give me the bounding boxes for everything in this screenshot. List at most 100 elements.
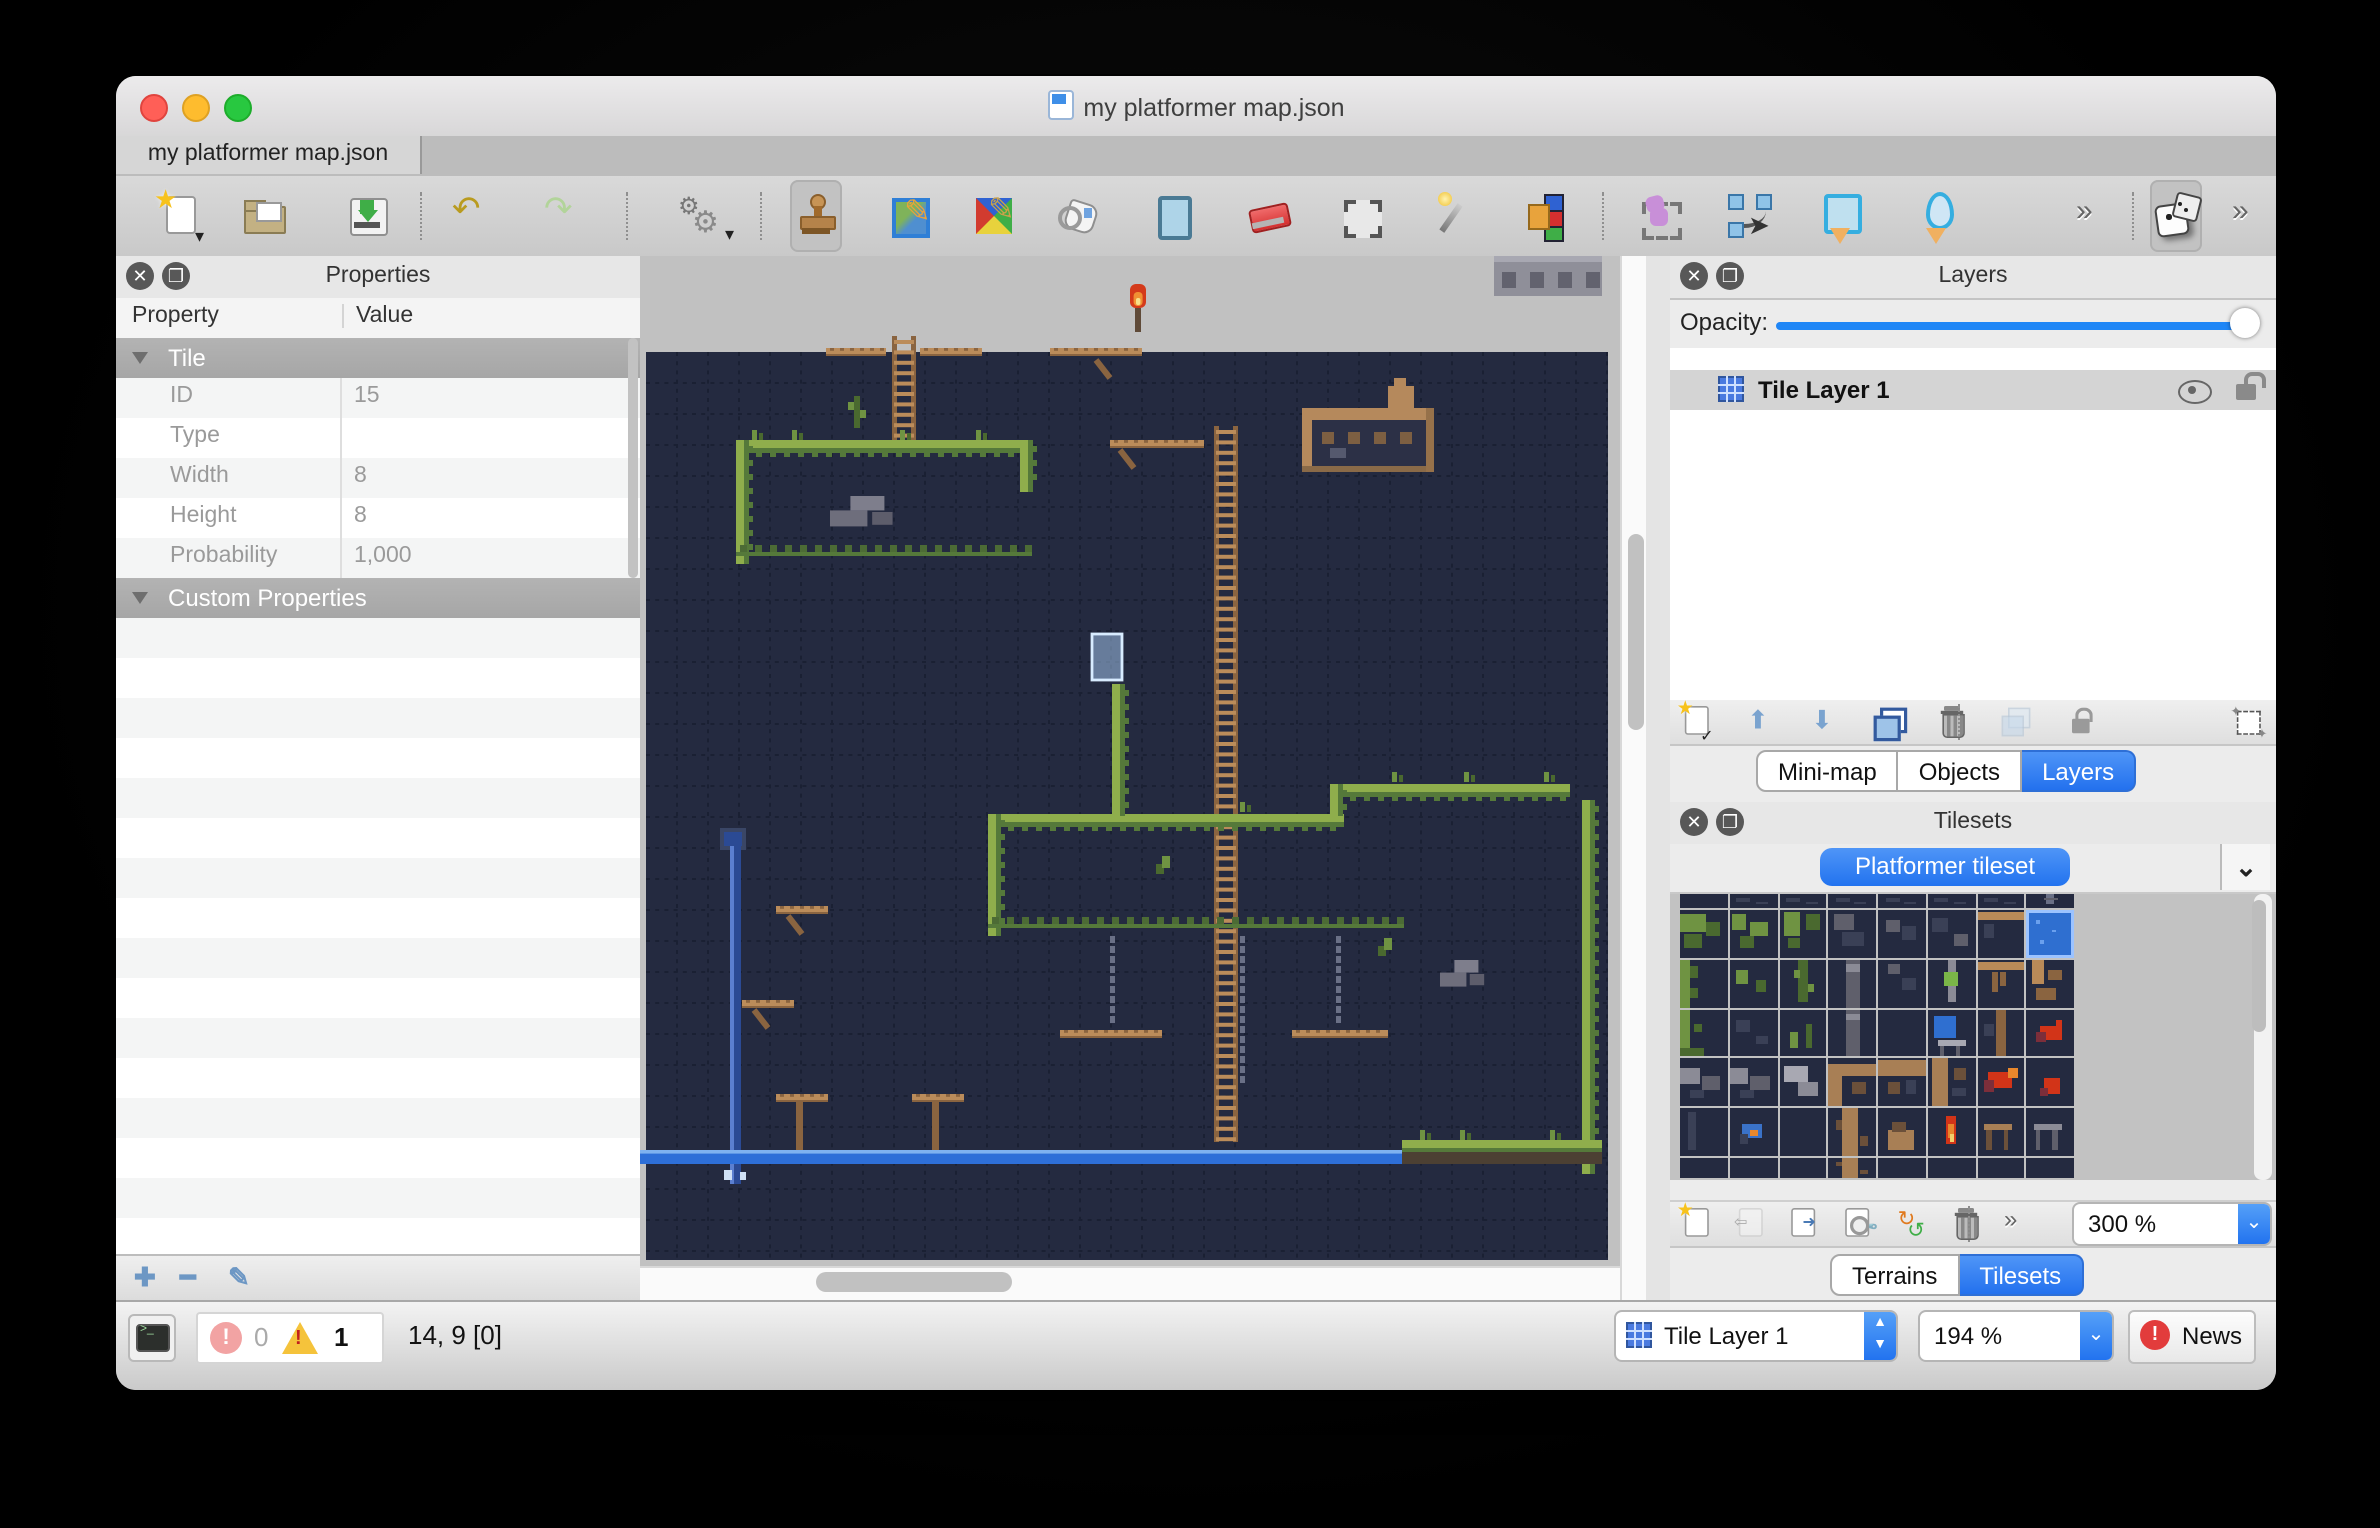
- tileset-tile[interactable]: [1977, 1059, 2025, 1107]
- tileset-tile[interactable]: [1977, 910, 2025, 958]
- chevron-down-icon[interactable]: ⌄: [2080, 1312, 2112, 1360]
- tileset-tile[interactable]: [1680, 1009, 1728, 1057]
- tileset-tile[interactable]: [2027, 1158, 2075, 1178]
- tileset-tile[interactable]: [2027, 1108, 2075, 1156]
- tileset-tile[interactable]: [1730, 1009, 1778, 1057]
- property-row[interactable]: Width8: [116, 458, 640, 498]
- tileset-tile[interactable]: [1730, 910, 1778, 958]
- tileset-tile[interactable]: [1730, 960, 1778, 1008]
- map-vertical-scrollbar[interactable]: [1620, 256, 1648, 1300]
- property-row[interactable]: ID15: [116, 378, 640, 418]
- news-button[interactable]: ! News: [2128, 1310, 2256, 1364]
- tileset-tile[interactable]: [1829, 894, 1877, 908]
- tab-terrains[interactable]: Terrains: [1830, 1254, 1959, 1296]
- tileset-tile[interactable]: [1779, 1009, 1827, 1057]
- tileset-tile[interactable]: [2027, 1009, 2075, 1057]
- tileset-tile[interactable]: [1730, 1059, 1778, 1107]
- embed-tileset-icon[interactable]: ⇦: [1729, 1203, 1771, 1245]
- delete-tileset-icon[interactable]: [1945, 1203, 1987, 1245]
- collapse-triangle-icon[interactable]: [132, 592, 148, 604]
- tab-mini-map[interactable]: Mini-map: [1756, 750, 1899, 792]
- export-tileset-icon[interactable]: ➜: [1783, 1203, 1825, 1245]
- delete-layer-icon[interactable]: [1931, 701, 1973, 743]
- properties-section-header[interactable]: Custom Properties: [116, 578, 640, 618]
- tileset-tile[interactable]: [1928, 1158, 1976, 1178]
- overflow-icon[interactable]: »: [1999, 1203, 2041, 1245]
- tileset-tile[interactable]: [1878, 894, 1926, 908]
- collapse-triangle-icon[interactable]: [132, 352, 148, 364]
- tileset-grid[interactable]: [1670, 894, 2276, 1180]
- tileset-tile-selected[interactable]: [2027, 910, 2075, 958]
- tileset-tile[interactable]: [1680, 1158, 1728, 1178]
- layer-list[interactable]: Tile Layer 1: [1670, 348, 2276, 702]
- opacity-slider[interactable]: [1776, 322, 2240, 329]
- tileset-tile[interactable]: [1878, 1009, 1926, 1057]
- tab-tilesets[interactable]: Tilesets: [1959, 1254, 2083, 1296]
- tileset-tile[interactable]: [1779, 960, 1827, 1008]
- terrain-brush-icon[interactable]: ✎: [886, 190, 938, 242]
- tileset-tile[interactable]: [1829, 1108, 1877, 1156]
- tileset-tile[interactable]: [2027, 960, 2075, 1008]
- layer-row[interactable]: Tile Layer 1: [1670, 370, 2276, 410]
- tileset-tile[interactable]: [1829, 1009, 1877, 1057]
- shape-fill-icon[interactable]: [1146, 190, 1198, 242]
- save-file-icon[interactable]: [342, 190, 394, 242]
- eraser-icon[interactable]: [1244, 190, 1296, 242]
- tileset-tile[interactable]: [1878, 1108, 1926, 1156]
- tileset-tile[interactable]: [1928, 894, 1976, 908]
- edit-tileset-icon[interactable]: 🔧: [1837, 1203, 1879, 1245]
- tileset-tile[interactable]: [1680, 960, 1728, 1008]
- tileset-tile[interactable]: [1779, 910, 1827, 958]
- layer-lock-icon[interactable]: [2236, 384, 2256, 400]
- remove-property-button[interactable]: ━: [180, 1262, 196, 1294]
- tileset-tile[interactable]: [1829, 910, 1877, 958]
- tileset-tile[interactable]: [1977, 1158, 2025, 1178]
- tileset-tile[interactable]: [1829, 960, 1877, 1008]
- tileset-tile[interactable]: [1829, 1158, 1877, 1178]
- property-row[interactable]: Probability1,000: [116, 538, 640, 578]
- layer-select[interactable]: Tile Layer 1 ▲▼: [1614, 1310, 1898, 1362]
- bucket-fill-icon[interactable]: [1054, 190, 1106, 242]
- insert-tile-icon[interactable]: [1814, 190, 1866, 242]
- tileset-tile[interactable]: [1730, 1108, 1778, 1156]
- overflow-right-icon[interactable]: »: [2226, 190, 2276, 242]
- magic-wand-icon[interactable]: [1428, 190, 1480, 242]
- tileset-scrollbar[interactable]: [2254, 894, 2272, 1180]
- tileset-tile[interactable]: [1977, 894, 2025, 908]
- tileset-tile[interactable]: [1680, 1108, 1728, 1156]
- console-toggle-button[interactable]: >_: [128, 1314, 176, 1362]
- property-row[interactable]: Type: [116, 418, 640, 458]
- tileset-tile[interactable]: [1730, 1158, 1778, 1178]
- tileset-tile[interactable]: [1977, 960, 2025, 1008]
- highlight-current-layer-icon[interactable]: ✦✦: [2227, 701, 2269, 743]
- toggle-other-layers-icon[interactable]: [1995, 701, 2037, 743]
- tileset-tile[interactable]: [2027, 1059, 2075, 1107]
- select-objects-icon[interactable]: [1634, 190, 1686, 242]
- redo-icon[interactable]: ↷: [536, 190, 588, 242]
- tileset-tile[interactable]: [2027, 894, 2075, 908]
- open-file-icon[interactable]: [238, 190, 290, 242]
- tileset-tile[interactable]: [1779, 1059, 1827, 1107]
- properties-section-header[interactable]: Tile: [116, 338, 640, 378]
- fill-tool-icon[interactable]: ✎: [968, 190, 1020, 242]
- property-row[interactable]: Height8: [116, 498, 640, 538]
- tileset-tile[interactable]: [1878, 960, 1926, 1008]
- commands-icon[interactable]: ⚙⚙▾: [674, 190, 726, 242]
- rect-select-icon[interactable]: [1334, 190, 1386, 242]
- layer-visibility-icon[interactable]: [2178, 380, 2212, 404]
- add-property-button[interactable]: ✚: [134, 1262, 156, 1294]
- tileset-tile[interactable]: [1779, 1158, 1827, 1178]
- opacity-slider-thumb[interactable]: [2230, 308, 2260, 338]
- tileset-tile[interactable]: [1878, 1059, 1926, 1107]
- dock-splitter[interactable]: [1646, 256, 1672, 1300]
- raise-layer-icon[interactable]: ⬆: [1739, 701, 1781, 743]
- new-map-icon[interactable]: ★▾: [154, 190, 206, 242]
- tileset-tile[interactable]: [1779, 894, 1827, 908]
- lower-layer-icon[interactable]: ⬇: [1803, 701, 1845, 743]
- overflow-left-icon[interactable]: »: [2070, 190, 2122, 242]
- tileset-tile[interactable]: [1730, 894, 1778, 908]
- tileset-tile[interactable]: [1829, 1059, 1877, 1107]
- edit-polygons-icon[interactable]: ➤: [1724, 190, 1776, 242]
- tileset-tile[interactable]: [1680, 1059, 1728, 1107]
- tileset-zoom-combo[interactable]: 300 %⌄: [2072, 1202, 2272, 1246]
